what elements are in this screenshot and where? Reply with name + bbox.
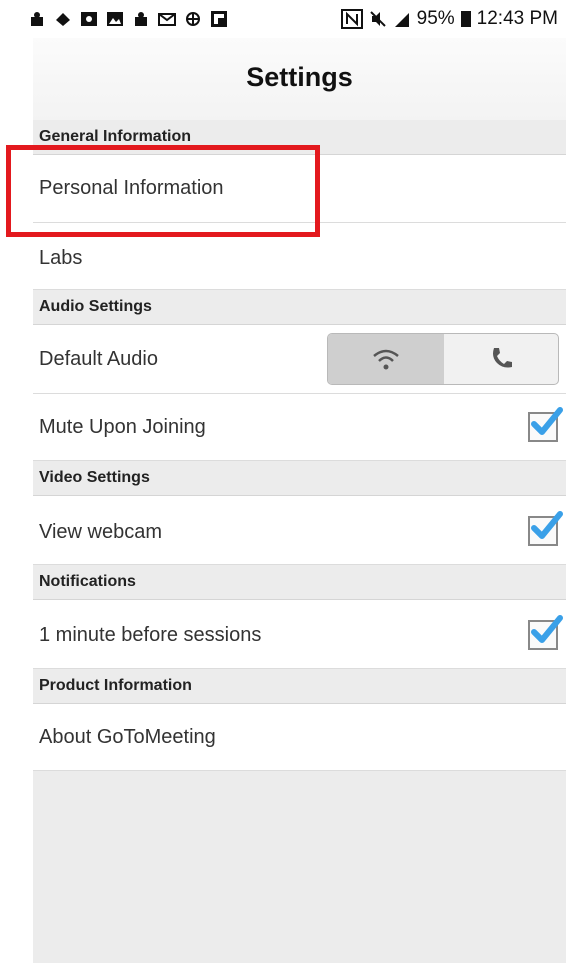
status-bar-notifications: [28, 0, 228, 38]
photo-icon: [81, 12, 97, 26]
settings-header: Settings: [33, 38, 566, 121]
checkmark-icon: [531, 407, 563, 435]
row-label: Mute Upon Joining: [39, 416, 206, 438]
notification-icon: [186, 12, 200, 26]
flipboard-icon: [211, 11, 227, 27]
checkmark-icon: [531, 511, 563, 539]
phone-icon: [493, 348, 512, 368]
checkmark-icon: [531, 615, 563, 643]
empty-area: [33, 771, 566, 963]
minute-before-checkbox[interactable]: [528, 615, 563, 650]
section-label: Notifications: [39, 573, 136, 590]
row-label: View webcam: [39, 521, 163, 543]
default-audio-segmented-control[interactable]: [327, 333, 559, 385]
row-label: Labs: [39, 247, 83, 269]
notification-icon: [31, 12, 43, 26]
wifi-icon: [373, 349, 399, 370]
row-about-gotomeeting[interactable]: About GoToMeeting: [33, 704, 566, 771]
row-label: Default Audio: [39, 348, 158, 370]
mute-icon: [369, 11, 386, 27]
section-notifications: Notifications: [33, 565, 566, 600]
notification-icon: [56, 13, 70, 26]
section-label: Product Information: [39, 677, 192, 694]
mute-upon-joining-checkbox[interactable]: [528, 407, 563, 442]
view-webcam-checkbox[interactable]: [528, 511, 563, 546]
row-1-minute-before-sessions[interactable]: 1 minute before sessions: [33, 600, 566, 669]
section-label: General Information: [39, 128, 192, 145]
page-title: Settings: [246, 62, 353, 92]
highlight-box: [6, 145, 320, 237]
mail-icon: [158, 13, 176, 26]
section-product-information: Product Information: [33, 669, 566, 704]
photo-icon: [107, 12, 123, 26]
section-video-settings: Video Settings: [33, 461, 566, 496]
row-label: 1 minute before sessions: [39, 624, 262, 646]
audio-option-wifi[interactable]: [328, 334, 444, 384]
signal-icon: [394, 13, 409, 27]
clock: 12:43 PM: [476, 8, 558, 29]
row-view-webcam[interactable]: View webcam: [33, 496, 566, 565]
status-bar-system: 95% 12:43 PM: [340, 0, 558, 38]
section-audio-settings: Audio Settings: [33, 290, 566, 325]
row-mute-upon-joining[interactable]: Mute Upon Joining: [33, 394, 566, 461]
notification-icon: [135, 12, 147, 26]
battery-icon: [460, 11, 471, 27]
nfc-icon: [340, 9, 363, 29]
audio-option-phone[interactable]: [444, 334, 558, 384]
row-label: About GoToMeeting: [39, 726, 216, 748]
battery-percent: 95%: [416, 8, 455, 29]
section-label: Audio Settings: [39, 298, 152, 315]
status-bar: 95% 12:43 PM: [0, 0, 566, 38]
section-label: Video Settings: [39, 469, 150, 486]
